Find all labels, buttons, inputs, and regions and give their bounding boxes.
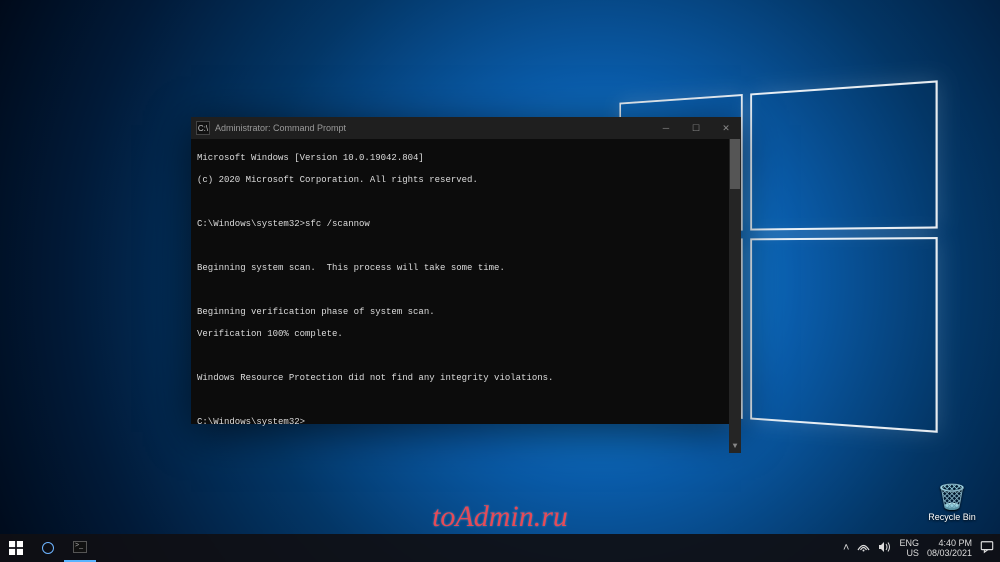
recycle-bin[interactable]: 🗑️ Recycle Bin: [922, 486, 982, 522]
cortana-icon: [42, 542, 54, 554]
language-indicator[interactable]: ENG US: [899, 538, 919, 558]
time-label: 4:40 PM: [927, 538, 972, 548]
cmd-taskbar-icon: >_: [73, 541, 87, 553]
start-button[interactable]: [0, 534, 32, 562]
taskbar[interactable]: >_ ˄ ENG US 4:40 PM 08/03/2021: [0, 534, 1000, 562]
speaker-icon[interactable]: [878, 541, 891, 556]
scrollbar-thumb[interactable]: [730, 139, 740, 189]
terminal-line: Beginning system scan. This process will…: [197, 263, 505, 273]
close-button[interactable]: ✕: [711, 117, 741, 139]
window-title: Administrator: Command Prompt: [215, 123, 651, 133]
wallpaper-pane: [750, 237, 937, 433]
terminal-line: C:\Windows\system32>: [197, 417, 305, 427]
network-icon[interactable]: [857, 541, 870, 555]
tray-chevron-up-icon[interactable]: ˄: [843, 542, 849, 554]
action-center-icon[interactable]: [980, 540, 994, 556]
terminal-line: (c) 2020 Microsoft Corporation. All righ…: [197, 175, 478, 185]
date-label: 08/03/2021: [927, 548, 972, 558]
clock[interactable]: 4:40 PM 08/03/2021: [927, 538, 972, 558]
language-bottom: US: [899, 548, 919, 558]
taskbar-app-cortana[interactable]: [32, 534, 64, 562]
recycle-bin-icon: 🗑️: [922, 486, 982, 510]
recycle-bin-label: Recycle Bin: [922, 512, 982, 522]
scrollbar[interactable]: ▲ ▼: [729, 139, 741, 453]
maximize-button[interactable]: ☐: [681, 117, 711, 139]
command-prompt-window[interactable]: C:\ Administrator: Command Prompt ─ ☐ ✕ …: [191, 117, 741, 424]
watermark-text: toAdmin.ru: [432, 500, 568, 534]
scroll-down-arrow-icon[interactable]: ▼: [729, 441, 741, 453]
terminal-line: Verification 100% complete.: [197, 329, 343, 339]
minimize-button[interactable]: ─: [651, 117, 681, 139]
terminal-line: Windows Resource Protection did not find…: [197, 373, 553, 383]
window-titlebar[interactable]: C:\ Administrator: Command Prompt ─ ☐ ✕: [191, 117, 741, 139]
terminal-output[interactable]: Microsoft Windows [Version 10.0.19042.80…: [191, 139, 741, 453]
wallpaper-pane: [750, 80, 937, 230]
terminal-line: Beginning verification phase of system s…: [197, 307, 435, 317]
terminal-line: Microsoft Windows [Version 10.0.19042.80…: [197, 153, 424, 163]
system-tray[interactable]: ˄ ENG US 4:40 PM 08/03/2021: [837, 538, 1000, 558]
cmd-icon: C:\: [196, 121, 210, 135]
taskbar-app-cmd[interactable]: >_: [64, 534, 96, 562]
terminal-line: C:\Windows\system32>sfc /scannow: [197, 219, 370, 229]
language-top: ENG: [899, 538, 919, 548]
